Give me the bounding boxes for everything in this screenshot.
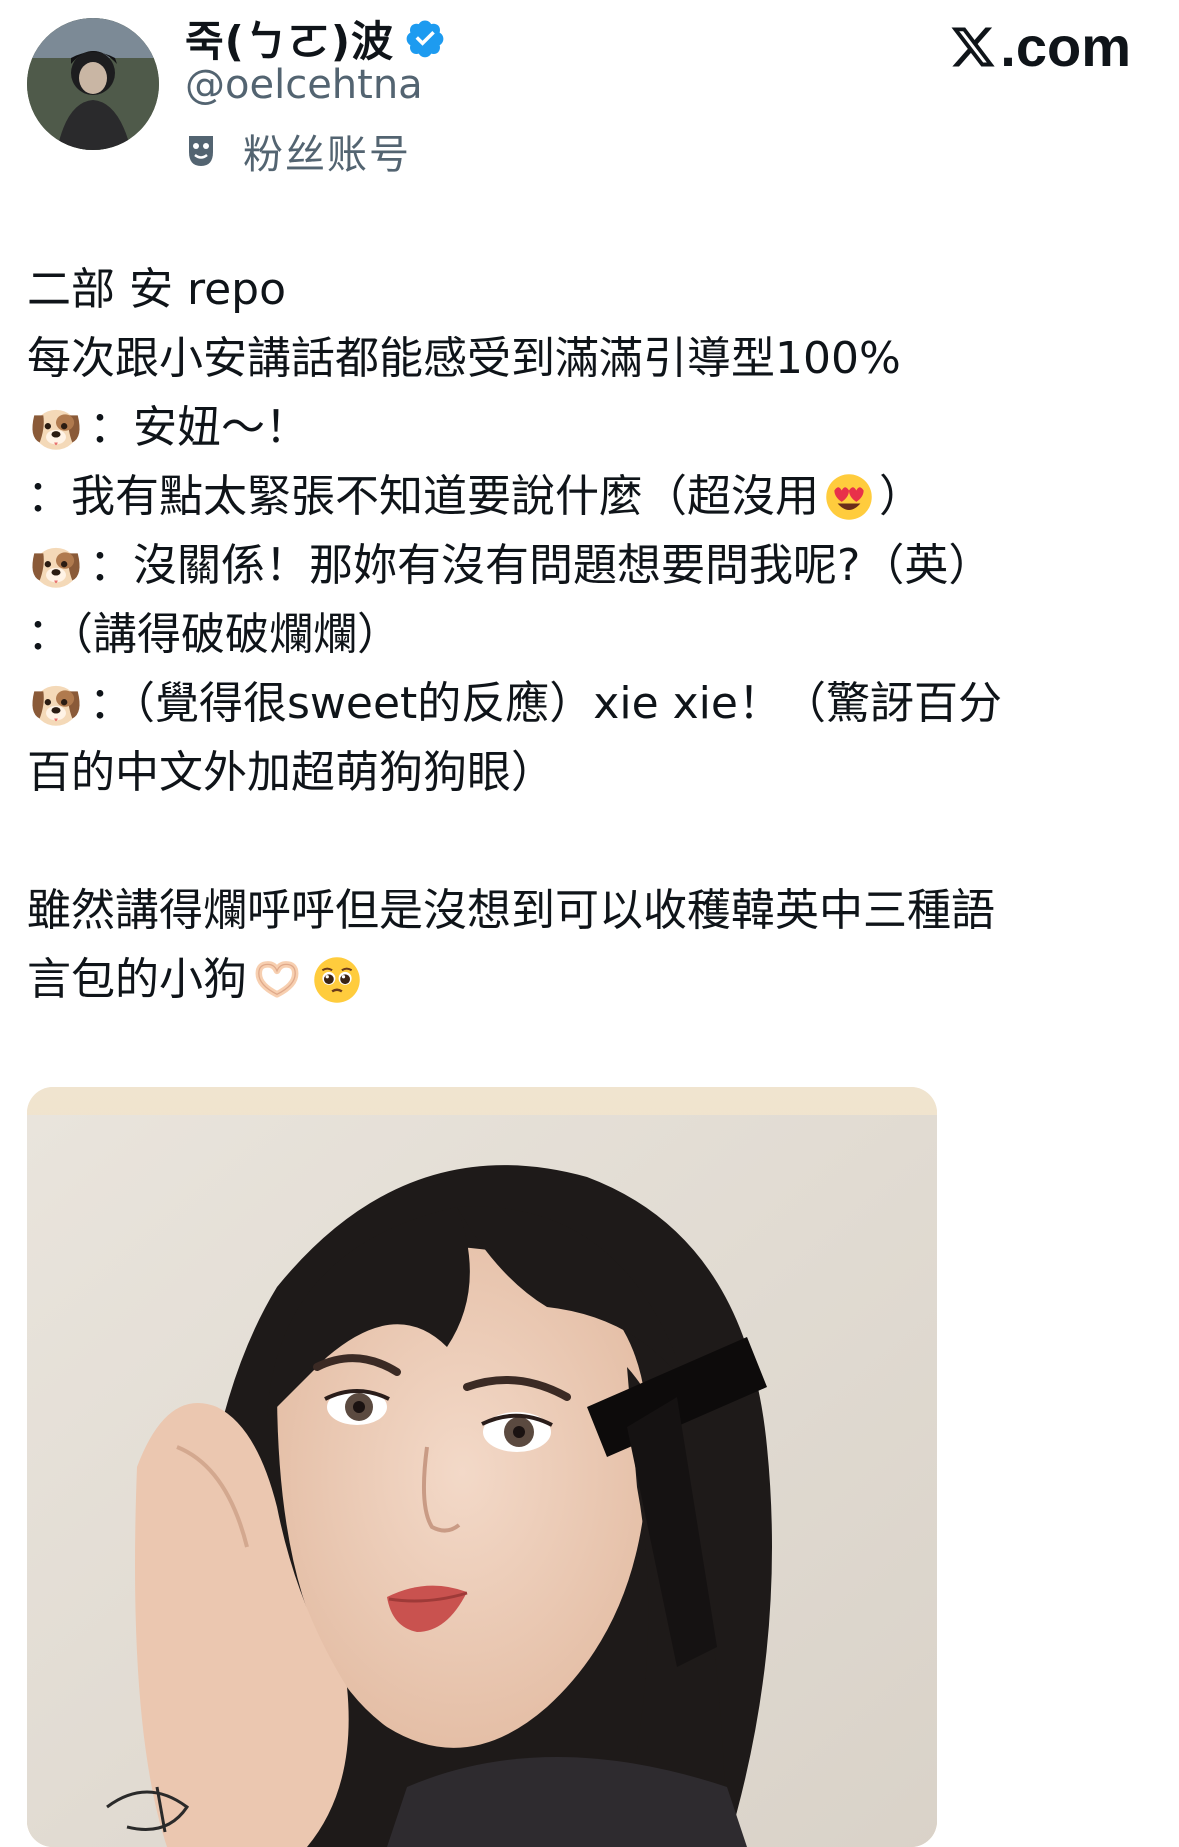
tweet-text-segment: 百的中文外加超萌狗狗眼） [27,747,555,798]
x-logo[interactable]: .com [948,14,1131,79]
tweet-text-segment: ：我有點太緊張不知道要說什麼（超沒用 [27,471,819,522]
tweet-text-line: 雖然講得爛呼呼但是沒想到可以收穫韓英中三種語 [27,876,1157,945]
tweet-photo[interactable] [27,1087,937,1847]
tweet-text-segment: ：沒關係！那妳有沒有問題想要問我呢?（英） [89,540,993,591]
tweet-text-line: ：沒關係！那妳有沒有問題想要問我呢?（英） [27,531,1157,600]
tweet-text-line: ：我有點太緊張不知道要說什麼（超沒用 ） [27,462,1157,531]
fan-account-label: 粉丝账号 [185,122,411,180]
tweet-text-line: 言包的小狗 [27,945,1157,1014]
tweet-header: 죽(ㄅㄛ)波 @oelcehtna 粉丝账号 .com [0,0,1179,178]
x-logo-icon [951,27,995,66]
tweet-text-line: 每次跟小安講話都能感受到滿滿引導型100% [27,324,1157,393]
verified-badge-icon [406,20,444,58]
photo-image [27,1087,937,1847]
name-row: 죽(ㄅㄛ)波 [185,10,446,66]
tweet-text-segment: 二部 安 repo [27,264,287,315]
tweet-text-line: ：（講得破破爛爛） [27,600,1157,669]
dog-face-emoji [27,400,85,456]
dog-face-emoji [27,676,85,732]
dog-face-emoji [27,538,85,594]
display-name[interactable]: 죽(ㄅㄛ)波 [185,8,394,69]
tweet-text-line: 百的中文外加超萌狗狗眼） [27,738,1157,807]
tweet-text-segment: ） [879,471,923,522]
masks-icon [189,136,213,166]
handle[interactable]: @oelcehtna [185,62,423,108]
tweet-text-segment: 每次跟小安講話都能感受到滿滿引導型100% [27,333,901,384]
tweet-text-line: ：安妞～！ [27,393,1157,462]
tweet-text-segment: ：安妞～！ [89,402,309,453]
tweet-text-line: 二部 安 repo [27,255,1157,324]
tweet-text-line [27,807,1157,876]
tweet-text-segment: ：（覺得很sweet的反應）xie xie！（驚訝百分 [89,678,1002,729]
tweet-text-segment: ：（講得破破爛爛） [27,609,401,660]
tweet-text-segment: 雖然講得爛呼呼但是沒想到可以收穫韓英中三種語 [27,885,995,936]
heart-hands-emoji [251,954,303,1006]
x-logo-domain: .com [1000,15,1131,78]
tweet-text: 二部 安 repo 每次跟小安講話都能感受到滿滿引導型100% ：安妞～！ ：我有點太… [27,255,1157,1014]
avatar[interactable] [27,18,159,150]
tweet-text-segment: 言包的小狗 [27,954,247,1005]
pleading-face-emoji [311,954,363,1006]
fan-account-text: 粉丝账号 [243,132,411,178]
tweet-text-line: ：（覺得很sweet的反應）xie xie！（驚訝百分 [27,669,1157,738]
heart-eyes-emoji [823,471,875,523]
